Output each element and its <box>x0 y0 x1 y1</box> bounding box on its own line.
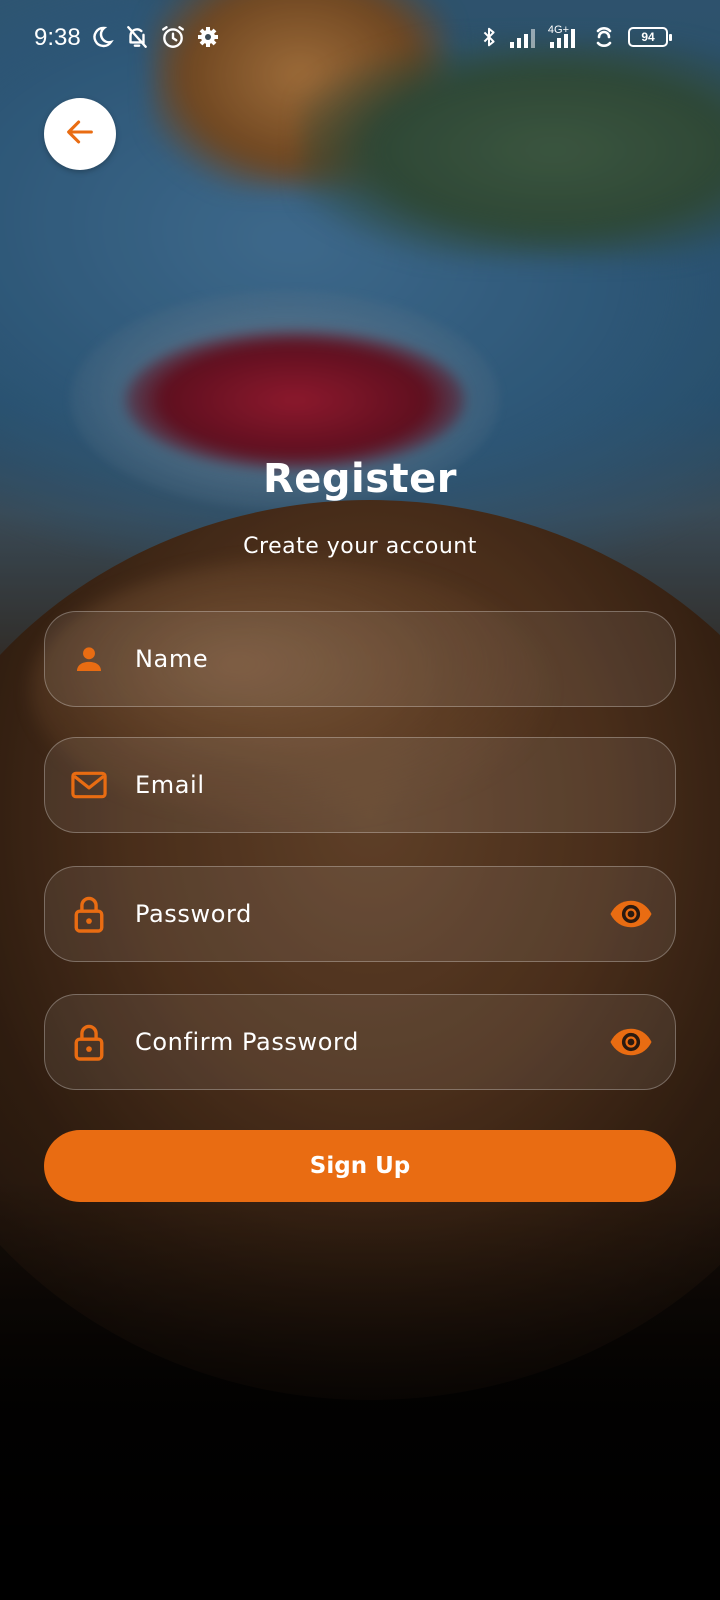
signal-icon <box>510 26 540 48</box>
alarm-icon <box>160 24 186 50</box>
confirm-password-field[interactable] <box>44 994 676 1090</box>
back-button[interactable] <box>44 98 116 170</box>
battery-icon: 94 <box>628 27 672 47</box>
person-icon <box>69 639 109 679</box>
bluetooth-icon <box>478 24 500 50</box>
status-left-icons <box>90 24 220 50</box>
bell-off-icon <box>124 24 150 50</box>
password-field[interactable] <box>44 866 676 962</box>
name-field[interactable] <box>44 611 676 707</box>
hotspot-icon <box>590 25 618 49</box>
status-right-icons: 94 <box>478 24 672 50</box>
page-subtitle: Create your account <box>243 534 477 559</box>
lock-icon <box>69 894 109 934</box>
password-input[interactable] <box>133 867 585 961</box>
arrow-left-icon <box>63 115 97 153</box>
eye-icon[interactable] <box>607 1018 655 1066</box>
eye-icon[interactable] <box>607 890 655 938</box>
status-bar: 9:38 4G+ 94 <box>0 0 720 80</box>
status-time: 9:38 <box>34 24 81 51</box>
sign-up-button[interactable]: Sign Up <box>44 1130 676 1202</box>
battery-level: 94 <box>641 30 655 44</box>
gear-icon <box>196 24 220 50</box>
moon-icon <box>90 24 114 50</box>
page-title: Register <box>262 456 458 502</box>
mail-icon <box>69 765 109 805</box>
email-input[interactable] <box>133 738 585 832</box>
lock-icon <box>69 1022 109 1062</box>
confirm-password-input[interactable] <box>133 995 585 1089</box>
name-input[interactable] <box>133 612 585 706</box>
email-field[interactable] <box>44 737 676 833</box>
signal-4g-icon <box>550 26 580 48</box>
